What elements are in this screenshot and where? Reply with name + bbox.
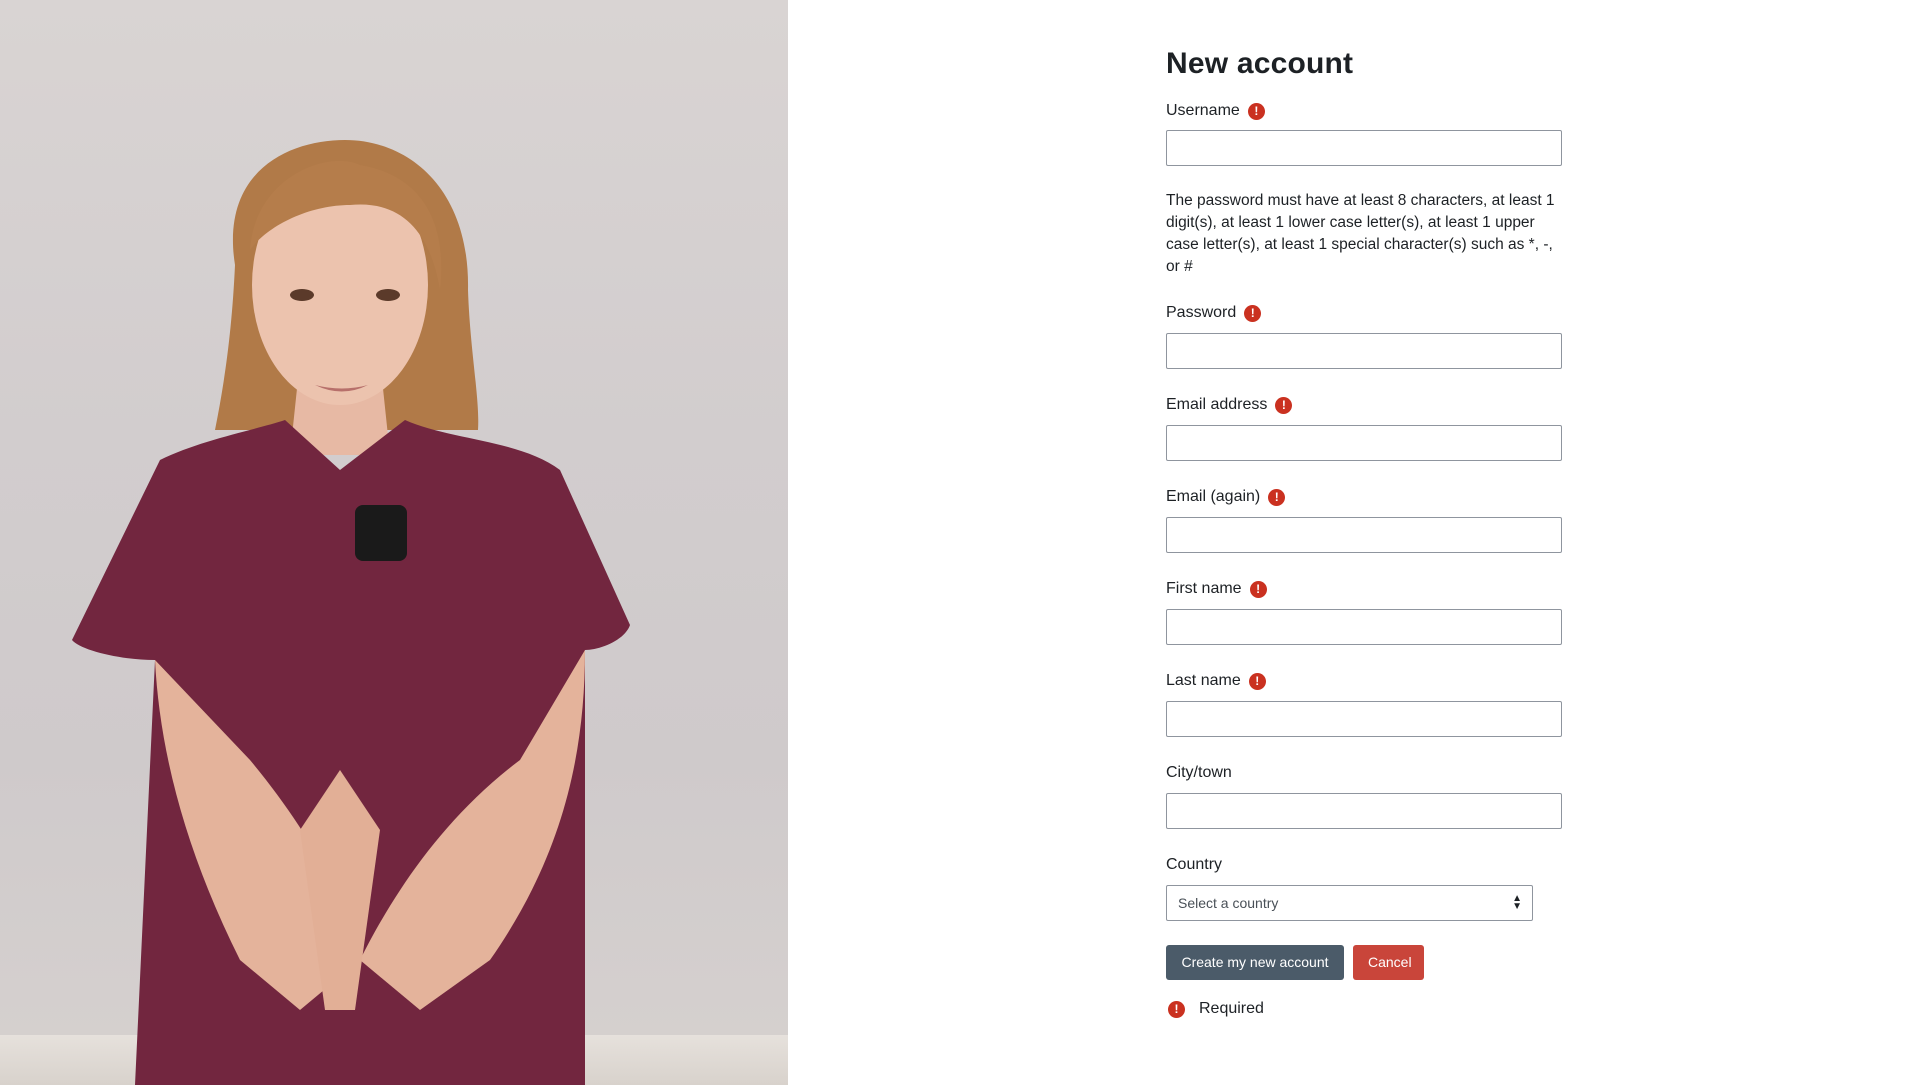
country-label-row: Country [1166,854,1566,876]
last-name-label-row: Last name ! [1166,670,1566,692]
password-policy-hint: The password must have at least 8 charac… [1166,192,1555,275]
last-name-label: Last name [1166,672,1241,689]
username-field-group: Username ! [1166,100,1566,122]
email-again-label-row: Email (again) ! [1166,486,1566,508]
required-icon: ! [1248,672,1266,690]
first-name-label: First name [1166,580,1242,597]
required-legend: ! Required [1168,1000,1264,1018]
country-label: Country [1166,856,1223,873]
presenter-video [0,0,788,1085]
email-field-group: Email address ! [1166,394,1566,416]
required-legend-text: Required [1199,1000,1264,1017]
required-icon: ! [1244,304,1262,322]
create-account-button[interactable]: Create my new account [1166,945,1344,980]
email-label: Email address [1166,396,1268,413]
first-name-label-row: First name ! [1166,578,1566,600]
first-name-input[interactable] [1166,609,1562,645]
required-icon: ! [1247,102,1265,120]
last-name-input[interactable] [1166,701,1562,737]
city-field-group: City/town [1166,762,1566,784]
page-title: New account [1166,47,1354,80]
required-icon: ! [1168,1000,1185,1018]
email-input[interactable] [1166,425,1562,461]
presenter-figure [72,140,630,1085]
email-again-label: Email (again) [1166,488,1261,505]
city-label-row: City/town [1166,762,1566,784]
city-label: City/town [1166,764,1232,781]
first-name-field-group: First name ! [1166,578,1566,600]
required-icon: ! [1275,396,1293,414]
new-account-form: New account Username ! The password must… [1166,42,1566,1018]
password-field-group: Password ! [1166,302,1566,324]
username-label-row: Username ! [1166,100,1566,122]
cancel-button[interactable]: Cancel [1353,945,1424,980]
password-input[interactable] [1166,333,1562,369]
username-input[interactable] [1166,130,1562,166]
password-label-row: Password ! [1166,302,1566,324]
required-icon: ! [1249,580,1267,598]
country-select[interactable]: Select a country ▲ ▼ [1166,885,1533,921]
required-icon: ! [1268,488,1286,506]
country-select-value: Select a country [1178,895,1279,911]
email-again-input[interactable] [1166,517,1562,553]
username-label: Username [1166,102,1240,119]
city-input[interactable] [1166,793,1562,829]
last-name-field-group: Last name ! [1166,670,1566,692]
password-label: Password [1166,304,1237,321]
email-again-field-group: Email (again) ! [1166,486,1566,508]
country-field-group: Country [1166,854,1566,876]
email-label-row: Email address ! [1166,394,1566,416]
sort-caret-icon: ▲ ▼ [1512,893,1522,912]
